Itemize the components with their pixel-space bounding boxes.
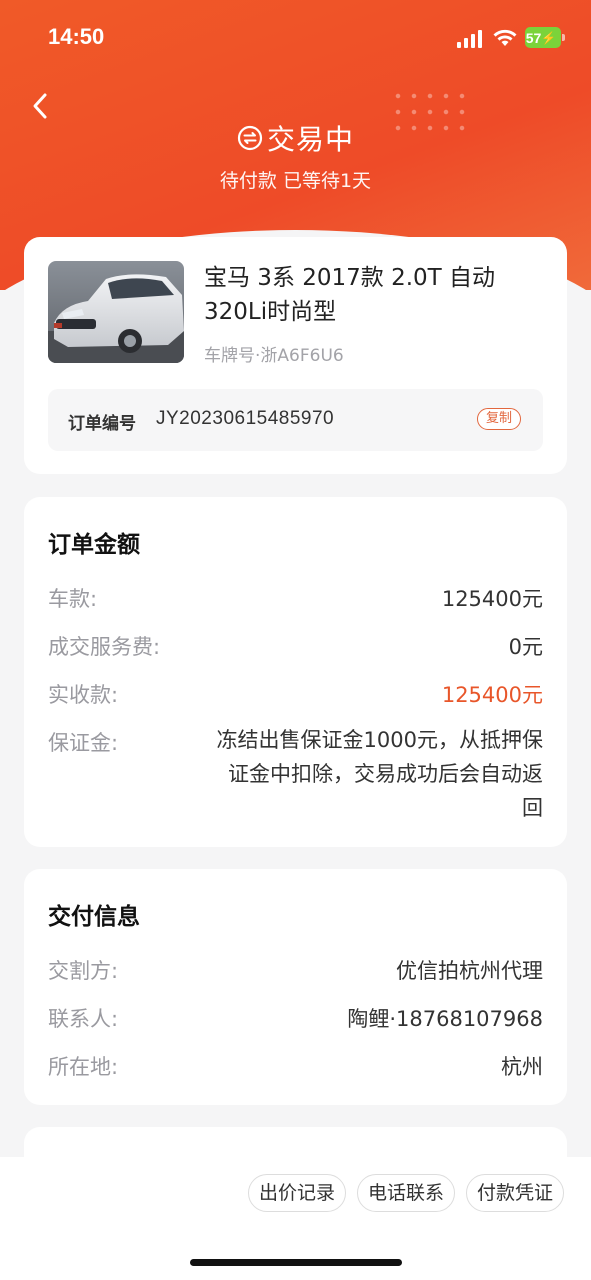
status-bar: 14:50 57 ⚡ xyxy=(0,0,591,76)
deposit-label: 保证金: xyxy=(48,731,119,755)
order-amount-card: 订单金额 车款: 125400元 成交服务费: 0元 实收款: 125400元 … xyxy=(24,497,567,847)
car-title: 宝马 3系 2017款 2.0T 自动 320Li时尚型 xyxy=(204,265,496,325)
service-fee-value: 0元 xyxy=(508,635,543,659)
section-title-amount: 订单金额 xyxy=(48,532,140,558)
received-label: 实收款: xyxy=(48,683,119,707)
order-number-value: JY20230615485970 xyxy=(156,408,335,429)
bottom-action-bar: 出价记录 电话联系 付款凭证 xyxy=(0,1157,591,1280)
page-subtitle: 待付款 已等待1天 xyxy=(219,170,372,192)
car-card: 宝马 3系 2017款 2.0T 自动 320Li时尚型 车牌号·浙A6F6U6… xyxy=(24,237,567,474)
header-title-area: 交易中 待付款 已等待1天 xyxy=(0,118,591,193)
location-value: 杭州 xyxy=(501,1055,543,1079)
delivery-party-value: 优信拍杭州代理 xyxy=(396,959,543,983)
service-fee-label: 成交服务费: xyxy=(48,635,161,659)
status-time: 14:50 xyxy=(48,24,105,49)
chevron-left-icon xyxy=(33,93,47,119)
section-title-delivery: 交付信息 xyxy=(48,904,140,930)
exchange-icon xyxy=(237,125,263,151)
contact-label: 联系人: xyxy=(48,1007,119,1031)
received-value: 125400元 xyxy=(441,683,543,707)
page-title: 交易中 xyxy=(266,123,354,156)
car-image-icon xyxy=(48,261,184,363)
car-price-value: 125400元 xyxy=(441,587,543,611)
location-label: 所在地: xyxy=(48,1055,119,1079)
car-price-label: 车款: xyxy=(48,587,98,611)
battery-level: 57 xyxy=(525,29,542,46)
bid-history-button[interactable]: 出价记录 xyxy=(248,1174,347,1212)
car-thumbnail[interactable] xyxy=(48,261,184,363)
order-number-label: 订单编号 xyxy=(68,414,136,434)
wifi-icon xyxy=(493,29,517,46)
deposit-value: 冻结出售保证金1000元，从抵押保证金中扣除，交易成功后会自动返回 xyxy=(216,728,543,820)
home-indicator xyxy=(190,1259,402,1266)
payment-proof-button[interactable]: 付款凭证 xyxy=(466,1174,565,1212)
battery-icon: 57 ⚡ xyxy=(525,27,565,48)
delivery-party-label: 交割方: xyxy=(48,959,119,983)
signal-icon xyxy=(457,30,482,48)
copy-button[interactable]: 复制 xyxy=(476,408,521,430)
plate-number: 车牌号·浙A6F6U6 xyxy=(204,346,344,366)
call-button[interactable]: 电话联系 xyxy=(357,1174,456,1212)
delivery-info-card: 交付信息 交割方: 优信拍杭州代理 联系人: 陶鲤·18768107968 所在… xyxy=(24,869,567,1105)
order-number-box: 订单编号 JY20230615485970 复制 xyxy=(48,389,543,451)
contact-value[interactable]: 陶鲤·18768107968 xyxy=(347,1003,543,1033)
